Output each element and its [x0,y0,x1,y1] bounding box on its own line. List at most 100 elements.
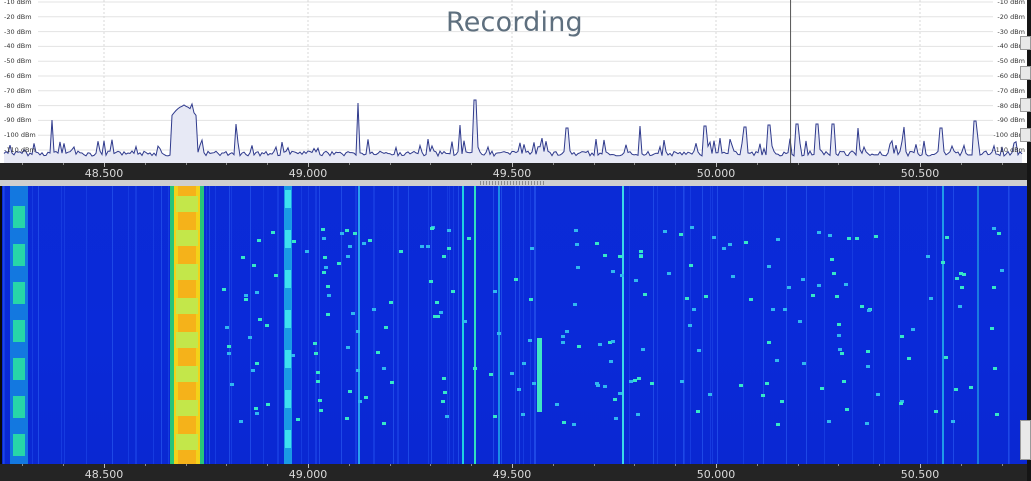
signal-dot [643,293,647,296]
waterfall-streak [786,186,787,464]
waterfall-streak [884,186,885,464]
signal-dot [356,369,360,372]
signal-dot [340,232,344,235]
minor-tick [838,163,840,165]
signal-dot [467,237,471,240]
signal-dot [641,348,645,351]
signal-dot [251,369,255,372]
waterfall-streak [702,186,703,464]
signal-dot [637,377,641,380]
splitter-grip[interactable] [480,181,544,185]
signal-dot [319,409,323,412]
signal-dot [696,410,700,413]
signal-dot [865,422,869,425]
waterfall-streak [250,186,251,464]
signal-dot [353,232,357,235]
db-label: -10 dBm [997,0,1025,6]
waterfall-streak [675,186,676,464]
waterfall-streak [229,186,230,464]
signal-dot [493,290,497,293]
signal-dot [435,301,439,304]
signal-dot [292,240,296,243]
signal-dot [639,255,643,258]
signal-dot [321,228,325,231]
signal-dot [433,315,437,318]
signal-dot [555,403,559,406]
signal-dot [844,283,848,286]
signal-dot [573,303,577,306]
edge-signal-blob [13,282,25,304]
signal-dot [679,233,683,236]
signal-dot [473,367,477,370]
waterfall-streak [277,186,278,464]
frequency-axis-bottom: 48.50049.00049.50050.00050.50051.00051.5… [0,464,1031,481]
signal-dot [346,255,350,258]
minor-tick [144,163,146,165]
frequency-tick-label: 50.500 [900,468,940,481]
signal-dot [969,386,973,389]
signal-dot [447,229,451,232]
signal-dot [522,362,526,365]
signal-dot [945,236,949,239]
minor-tick [552,464,554,466]
zoom-out-button[interactable] [1020,66,1031,80]
signal-dot [382,422,386,425]
waterfall-streak [64,186,65,464]
signal-dot [316,380,320,383]
signal-blob [285,230,291,248]
edge-signal-blob [13,244,25,266]
minor-tick [593,163,595,165]
minor-tick [756,464,758,466]
minor-tick [634,163,636,165]
signal-dot [266,403,270,406]
signal-dot [704,295,708,298]
minor-tick [185,464,187,466]
scale-up-button[interactable] [1020,98,1031,112]
db-label: -100 dBm [4,131,36,140]
signal-dot [561,341,565,344]
frequency-tick-label: 49.000 [288,167,328,180]
signal-dot [384,326,388,329]
signal-dot [697,349,701,352]
signal-dot [274,274,278,277]
signal-line [498,186,500,464]
signal-dot [603,385,607,388]
signal-blob [285,190,291,208]
frequency-tick-label: 49.000 [288,468,328,481]
signal-dot [430,227,434,230]
signal-dot [993,367,997,370]
signal-dot [443,391,447,394]
signal-dot [708,393,712,396]
signal-dot [510,372,514,375]
minor-tick [838,464,840,466]
signal-dot [820,387,824,390]
db-label: -30 dBm [997,27,1025,36]
minor-tick [634,464,636,466]
signal-dot [241,256,245,259]
signal-line [942,186,944,464]
db-label: -70 dBm [997,86,1025,95]
signal-dot [595,382,599,385]
waterfall-streak [301,186,302,464]
edge-signal-blob [13,396,25,418]
waterfall-streak [449,186,450,464]
signal-dot [497,332,501,335]
signal-dot [451,290,455,293]
minor-tick [267,163,269,165]
waterfall-speed-button[interactable] [1020,420,1031,460]
signal-dot [345,229,349,232]
waterfall-streak [852,186,853,464]
waterfall-streak [374,186,375,464]
signal-dot [521,413,525,416]
waterfall-display[interactable] [2,186,1027,464]
signal-dot [442,255,446,258]
signal-dot [368,239,372,242]
zoom-in-button[interactable] [1020,36,1031,50]
signal-dot [911,328,915,331]
edge-signal-blob [13,320,25,342]
signal-dot [489,373,493,376]
signal-dot [731,275,735,278]
signal-dot [529,298,533,301]
scale-down-button[interactable] [1020,128,1031,142]
spectrum-plot[interactable]: -10 dBm -20 dBm -30 dBm -40 dBm -50 dBm -60 d… [0,0,1031,163]
